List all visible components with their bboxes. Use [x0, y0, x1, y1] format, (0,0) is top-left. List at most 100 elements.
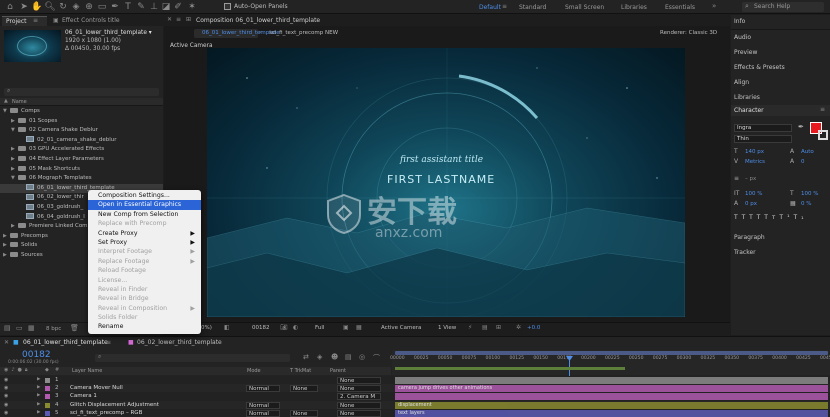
rectangle-tool-icon[interactable]: ▭ — [96, 2, 108, 13]
layer-parent-select[interactable]: None — [337, 385, 381, 393]
draft-3d-icon[interactable]: ◈ — [317, 353, 322, 361]
eyedropper-icon[interactable]: ✒ — [798, 123, 804, 131]
resolution-select[interactable]: Full — [315, 325, 324, 331]
pan-behind-tool-icon[interactable]: ⊕ — [83, 2, 95, 13]
twirl-triangle-icon[interactable]: ▶ — [37, 409, 40, 417]
menu-item-create-proxy[interactable]: Create Proxy ▶ — [88, 229, 201, 238]
horizontal-scale-value[interactable]: 100 % — [801, 191, 818, 197]
disclosure-triangle-icon[interactable]: ▶ — [11, 155, 18, 164]
timeline-close-icon[interactable]: ✕ — [4, 339, 9, 346]
exposure-value[interactable]: +0.0 — [527, 325, 540, 331]
renderer-label[interactable]: Renderer: Classic 3D — [660, 30, 717, 36]
disclosure-triangle-icon[interactable]: ▼ — [11, 174, 18, 183]
project-folder-row[interactable]: ▶ 05 Mask Shortcuts — [0, 165, 163, 174]
workspace-libraries[interactable]: Libraries — [621, 4, 647, 11]
timeline-tab-active[interactable]: 06_01_lower_third_template — [23, 339, 108, 346]
timeline-toggle-icon[interactable]: ▤ — [482, 324, 488, 331]
tracking-value[interactable]: 0 — [801, 159, 805, 165]
tsume-value[interactable]: 0 % — [801, 201, 811, 207]
project-folder-row[interactable]: ▶ 01 Scopes — [0, 117, 163, 126]
disclosure-triangle-icon[interactable]: ▼ — [11, 126, 18, 135]
eraser-tool-icon[interactable]: ◪ — [160, 2, 172, 13]
camera-tool-icon[interactable]: ◈ — [70, 2, 82, 13]
align-panel-tab[interactable]: Align — [734, 79, 749, 86]
shy-layers-icon[interactable]: ☻ — [331, 353, 338, 361]
layer-name-column-header[interactable]: Layer Name — [72, 368, 102, 374]
project-folder-row[interactable]: ▼ 02 Camera Shake Deblur — [0, 126, 163, 135]
layer-parent-select[interactable]: 2. Camera M — [337, 393, 381, 401]
all-caps-button[interactable]: TT — [749, 214, 764, 221]
disclosure-triangle-icon[interactable]: ▼ — [3, 107, 10, 116]
fast-preview-icon[interactable]: ⚡︎ — [468, 324, 472, 331]
flowchart-icon[interactable]: ⊞ — [496, 324, 501, 331]
layer-trkmat-select[interactable]: None — [290, 385, 318, 393]
clone-stamp-tool-icon[interactable]: ⊥ — [148, 2, 160, 13]
hand-tool-icon[interactable]: ✋ — [31, 2, 43, 13]
label-color-swatch[interactable] — [45, 378, 50, 383]
visibility-eye-icon[interactable]: ◉ — [4, 409, 8, 417]
stroke-color-swatch[interactable] — [818, 130, 828, 140]
layer-duration-bar[interactable] — [395, 393, 828, 401]
roto-brush-tool-icon[interactable]: ✐ — [172, 2, 184, 13]
menu-item-composition-settings[interactable]: Composition Settings... — [88, 191, 201, 200]
layer-duration-bar[interactable]: camera jump drives other animations — [395, 385, 828, 393]
timeline-tab-second[interactable]: 06_02_lower_third_template — [137, 339, 222, 346]
label-color-swatch[interactable] — [45, 394, 50, 400]
faux-bold-button[interactable]: T — [734, 214, 742, 221]
comp-tab-active[interactable]: 06_01_lower_third_template — [194, 29, 280, 38]
layer-duration-bar[interactable]: displacement — [395, 401, 828, 409]
layer-name[interactable]: sci_fi_text_precomp – RGB — [70, 409, 142, 417]
timeline-layer-row[interactable]: ◉ ▶ 5 sci_fi_text_precomp – RGB Normal None No… — [0, 408, 830, 417]
color-icon[interactable]: ◐ — [293, 324, 298, 331]
graph-editor-icon[interactable]: ⌒ — [373, 353, 380, 363]
layer-parent-select[interactable]: None — [337, 377, 381, 384]
camera-select[interactable]: Active Camera — [381, 325, 421, 331]
work-area-bar[interactable] — [395, 351, 828, 355]
faux-italic-button[interactable]: T — [742, 214, 750, 221]
disclosure-triangle-icon[interactable]: ▶ — [3, 232, 10, 241]
layer-parent-select[interactable]: None — [337, 401, 381, 409]
bpc-label[interactable]: 8 bpc — [46, 326, 61, 332]
puppet-tool-icon[interactable]: ✶ — [186, 2, 198, 13]
type-tool-icon[interactable]: T — [122, 2, 134, 13]
menu-item-set-proxy[interactable]: Set Proxy ▶ — [88, 238, 201, 247]
font-size-value[interactable]: 140 px — [745, 149, 764, 155]
home-tool-icon[interactable]: ⌂ — [4, 2, 16, 13]
rotate-tool-icon[interactable]: ↻ — [57, 2, 69, 13]
disclosure-triangle-icon[interactable]: ▶ — [11, 222, 18, 231]
mode-column-header[interactable]: Mode — [247, 368, 261, 374]
workspace-standard[interactable]: Standard — [519, 4, 546, 11]
pen-tool-icon[interactable]: ✒ — [109, 2, 121, 13]
reset-exposure-icon[interactable]: ✲ — [516, 324, 521, 331]
new-composition-icon[interactable]: ▦ — [28, 324, 35, 332]
menu-item-new-comp-from-selection[interactable]: New Comp from Selection — [88, 210, 201, 219]
project-folder-row[interactable]: ▶ 04 Effect Layer Parameters — [0, 155, 163, 164]
kerning-value[interactable]: Metrics — [745, 159, 765, 165]
new-folder-icon[interactable]: ▭ — [16, 324, 23, 332]
project-folder-row[interactable]: ▼ Comps — [0, 107, 163, 116]
close-icon[interactable]: ✕ — [167, 16, 172, 23]
footer-timecode[interactable]: 00182 — [252, 325, 270, 331]
auto-open-checkbox[interactable] — [224, 3, 231, 10]
small-caps-button[interactable]: Tт — [764, 214, 779, 221]
timeline-search-input[interactable]: ⌕ — [95, 353, 290, 362]
workspace-default[interactable]: Default — [479, 4, 501, 11]
snapshot-icon[interactable]: ◧ — [224, 324, 230, 331]
panel-menu-icon[interactable]: ≡ — [33, 17, 38, 24]
frame-blending-icon[interactable]: ▤ — [345, 353, 352, 361]
paragraph-panel-tab[interactable]: Paragraph — [734, 234, 765, 241]
magnification-label[interactable]: 0%) — [201, 325, 212, 331]
comp-tab-precomp[interactable]: sci_fi_text_precomp NEW — [269, 30, 338, 36]
subscript-button[interactable]: T₁ — [794, 214, 808, 221]
layer-mode-select[interactable]: Normal — [246, 385, 280, 393]
project-folder-row[interactable]: ▼ 06 Mograph Templates — [0, 174, 163, 183]
layer-parent-select[interactable]: None — [337, 409, 381, 417]
comp-lock-icon[interactable]: ⊞ — [186, 16, 191, 23]
transparency-grid-icon[interactable]: ▦ — [356, 324, 362, 331]
motion-blur-icon[interactable]: ◎ — [359, 353, 365, 361]
workspace-essentials[interactable]: Essentials — [665, 4, 695, 11]
project-tab[interactable]: Project ≡ — [2, 16, 47, 26]
camera-snapshot-icon[interactable]: 📷︎ — [280, 324, 288, 331]
zoom-tool-icon[interactable]: 🔍︎ — [44, 2, 56, 13]
lock-icon[interactable]: ▣ — [53, 17, 59, 24]
